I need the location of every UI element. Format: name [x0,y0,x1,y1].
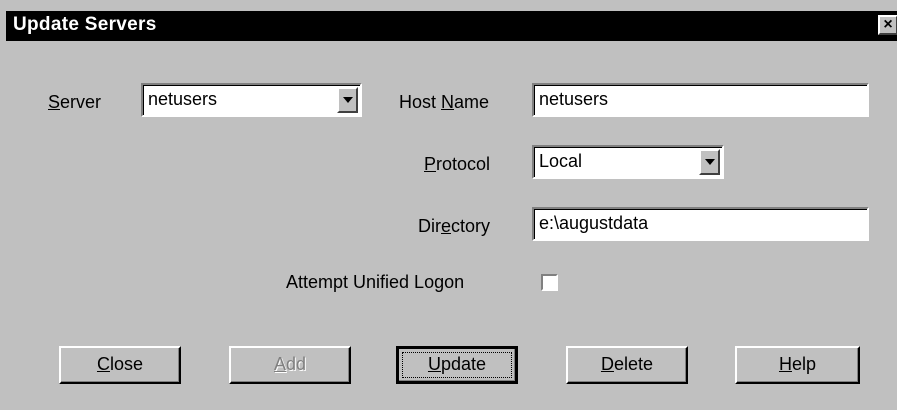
delete-button[interactable]: Delete [566,346,688,384]
host-name-label: Host Name [399,92,490,112]
chevron-down-icon [343,97,353,103]
close-button[interactable]: Close [59,346,181,384]
focus-rect [402,352,512,378]
help-button[interactable]: Help [735,346,860,384]
directory-field[interactable]: e:\augustdata [532,207,869,241]
update-button[interactable]: Update [396,346,518,384]
add-button[interactable]: Add [229,346,351,384]
protocol-select[interactable]: Local [532,145,724,179]
window-title: Update Servers [13,14,157,35]
directory-value: e:\augustdata [539,213,649,233]
server-label: Server [48,92,102,112]
directory-label: Directory [418,216,491,236]
protocol-select-value: Local [539,151,583,171]
chevron-down-icon [705,159,715,165]
server-dropdown-button[interactable] [337,87,358,113]
unified-logon-checkbox[interactable] [541,274,558,291]
protocol-label: Protocol [424,154,491,174]
server-select[interactable]: netusers [141,83,362,117]
title-bar[interactable]: Update Servers × [6,11,897,41]
server-select-value: netusers [148,89,218,109]
close-icon[interactable]: × [878,15,897,35]
protocol-dropdown-button[interactable] [699,149,720,175]
host-name-field[interactable]: netusers [532,83,869,117]
host-name-value: netusers [539,89,609,109]
update-servers-dialog: Update Servers × Server netusers Host Na… [0,0,897,410]
unified-logon-label: Attempt Unified Logon [286,272,465,292]
